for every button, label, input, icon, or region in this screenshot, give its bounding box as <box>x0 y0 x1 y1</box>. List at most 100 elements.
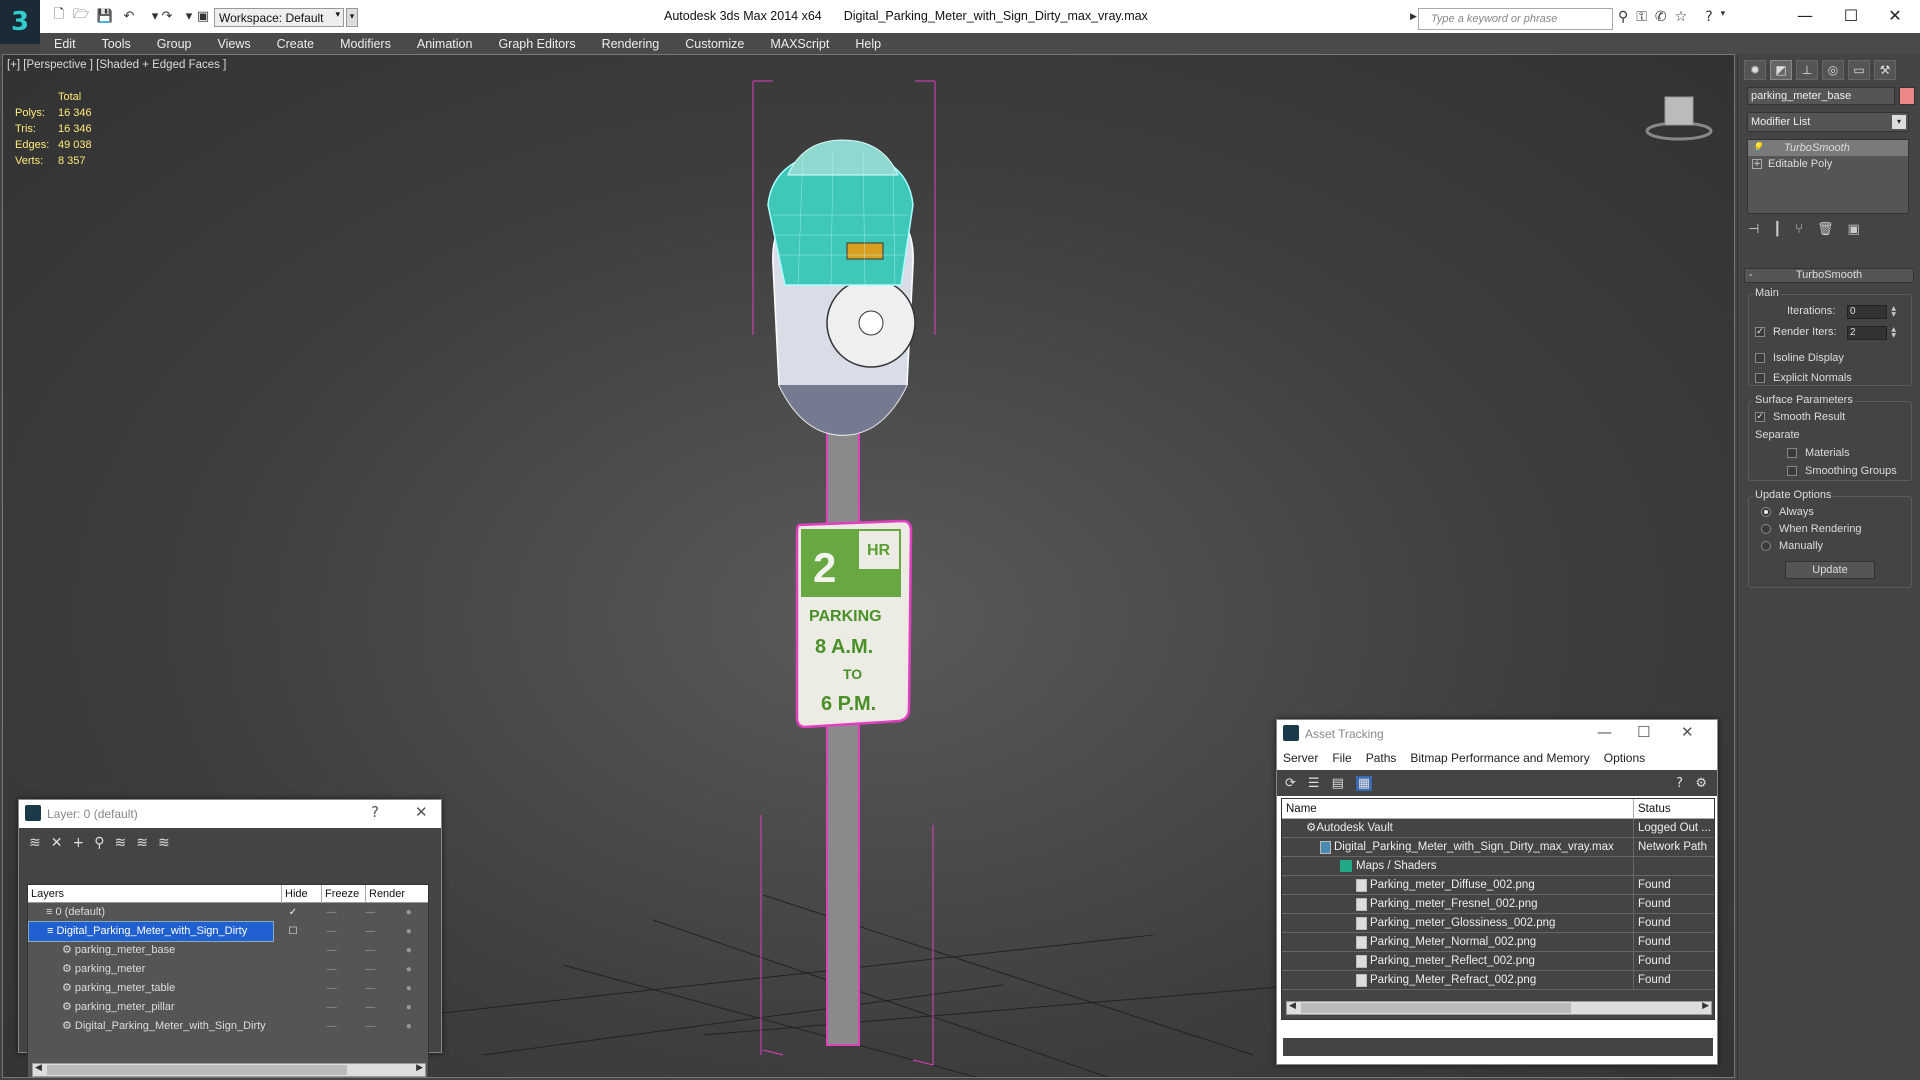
workspace-menu-button[interactable]: ▾ <box>346 8 358 27</box>
column-freeze[interactable]: Freeze <box>322 885 366 902</box>
freeze-toggle[interactable]: — <box>351 998 390 1017</box>
spinner-arrows-icon[interactable]: ▲ ▼ <box>1891 327 1896 339</box>
perspective-viewport[interactable]: [+] [Perspective ] [Shaded + Edged Faces… <box>2 54 1735 1078</box>
menu-views[interactable]: Views <box>217 37 250 51</box>
layer-row[interactable]: ⚙ parking_meter — — ● <box>28 960 428 979</box>
asset-row[interactable]: Parking_meter_Fresnel_002.png Found <box>1282 895 1714 914</box>
app-menu-button[interactable]: 3 <box>0 0 40 44</box>
render-iters-spinner[interactable]: 2 ▲ ▼ <box>1847 326 1896 340</box>
current-layer-check[interactable]: ✓ <box>274 903 313 922</box>
isoline-checkbox[interactable] <box>1755 353 1765 363</box>
layer-row[interactable]: ≡ 0 (default) ✓ — — ● <box>28 903 428 922</box>
save-icon[interactable]: 💾 <box>96 8 114 24</box>
hide-toggle[interactable]: — <box>312 960 351 979</box>
render-teapot-icon[interactable]: ● <box>389 941 428 960</box>
create-tab-icon[interactable]: ✹ <box>1744 60 1766 80</box>
layer-row[interactable]: ⚙ Digital_Parking_Meter_with_Sign_Dirty … <box>28 1017 428 1036</box>
pin-stack-icon[interactable]: ⊣ <box>1748 222 1759 237</box>
make-unique-icon[interactable]: ⑂ <box>1795 222 1803 237</box>
explicit-normals-checkbox[interactable] <box>1755 373 1765 383</box>
turbosmooth-rollout-header[interactable]: - TurboSmooth <box>1744 268 1914 283</box>
column-name[interactable]: Name <box>1282 799 1634 818</box>
object-color-swatch[interactable] <box>1899 87 1915 105</box>
scroll-left-icon[interactable]: ◀ <box>35 1063 42 1073</box>
subscription-icon[interactable]: ⚿ <box>1636 9 1647 25</box>
asset-row[interactable]: Parking_Meter_Refract_002.png Found <box>1282 971 1714 990</box>
undo-icon[interactable]: ↶ <box>120 8 138 24</box>
utilities-tab-icon[interactable]: ⚒ <box>1874 60 1896 80</box>
binoculars-icon[interactable]: ⚲ <box>1618 9 1628 25</box>
menu-animation[interactable]: Animation <box>417 37 473 51</box>
table-view-icon[interactable]: ▦ <box>1355 775 1373 791</box>
render-teapot-icon[interactable]: ● <box>389 979 428 998</box>
hide-toggle[interactable]: — <box>312 941 351 960</box>
help-button[interactable]: ? <box>371 803 379 821</box>
menu-graph-editors[interactable]: Graph Editors <box>498 37 575 51</box>
asset-row[interactable]: Parking_meter_Diffuse_002.png Found <box>1282 876 1714 895</box>
stack-item-editable-poly[interactable]: + Editable Poly <box>1748 156 1908 172</box>
always-radio[interactable] <box>1761 507 1771 517</box>
minimize-button[interactable]: — <box>1597 723 1612 741</box>
stack-item-turbosmooth[interactable]: 💡 TurboSmooth <box>1748 140 1908 156</box>
viewcube-box[interactable] <box>1664 96 1694 126</box>
column-hide[interactable]: Hide <box>282 885 322 902</box>
render-teapot-icon[interactable]: ● <box>389 998 428 1017</box>
select-objects-icon[interactable]: ⚲ <box>94 835 104 851</box>
add-layer-icon[interactable]: + <box>72 835 84 851</box>
column-status[interactable]: Status <box>1634 799 1714 818</box>
display-tab-icon[interactable]: ▭ <box>1848 60 1870 80</box>
list-view-icon[interactable]: ☰ <box>1308 776 1320 791</box>
hide-layers-icon[interactable]: ≋ <box>136 835 148 851</box>
detail-view-icon[interactable]: ▤ <box>1332 776 1344 791</box>
search-input[interactable]: Type a keyword or phrase <box>1418 8 1613 30</box>
render-teapot-icon[interactable]: ● <box>389 1017 428 1036</box>
layer-row[interactable]: ≡ Digital_Parking_Meter_with_Sign_Dirty … <box>28 921 428 942</box>
meter-dome[interactable] <box>787 139 899 176</box>
hide-toggle[interactable]: — <box>312 922 351 941</box>
meter-pole[interactable] <box>826 424 860 1046</box>
menu-modifiers[interactable]: Modifiers <box>340 37 391 51</box>
close-button[interactable]: ✕ <box>415 803 428 821</box>
layer-row[interactable]: ⚙ parking_meter_base — — ● <box>28 941 428 960</box>
update-button[interactable]: Update <box>1785 561 1875 579</box>
highlight-layer-icon[interactable]: ≋ <box>114 835 126 851</box>
asset-row[interactable]: Parking_meter_Reflect_002.png Found <box>1282 952 1714 971</box>
configure-modifier-sets-icon[interactable]: ▣ <box>1847 222 1859 237</box>
layers-icon[interactable]: ≋ <box>29 835 41 851</box>
menu-create[interactable]: Create <box>277 37 315 51</box>
freeze-toggle[interactable]: — <box>351 941 390 960</box>
vault-help-icon[interactable]: ⚙ <box>1695 776 1707 791</box>
maximize-button[interactable]: ☐ <box>1836 6 1866 25</box>
viewcube[interactable] <box>1643 91 1713 141</box>
open-file-icon[interactable]: 🗁 <box>72 7 90 24</box>
hide-toggle[interactable]: — <box>312 903 351 922</box>
horizontal-scrollbar[interactable]: ◀ ▶ <box>32 1063 426 1077</box>
scroll-right-icon[interactable]: ▶ <box>416 1063 423 1073</box>
redo-icon[interactable]: ↷ <box>158 8 176 24</box>
materials-checkbox[interactable] <box>1787 448 1797 458</box>
render-teapot-icon[interactable]: ● <box>389 922 428 941</box>
column-layers[interactable]: Layers <box>28 885 282 902</box>
menu-help[interactable]: Help <box>855 37 881 51</box>
freeze-toggle[interactable]: — <box>351 903 390 922</box>
asset-row[interactable]: ⚙ Autodesk Vault Logged Out ... <box>1282 819 1714 838</box>
asset-row[interactable]: Digital_Parking_Meter_with_Sign_Dirty_ma… <box>1282 838 1714 857</box>
hierarchy-tab-icon[interactable]: ⊥ <box>1796 60 1818 80</box>
menu-file[interactable]: File <box>1332 751 1351 767</box>
search-expand-icon[interactable]: ▶ <box>1410 12 1417 22</box>
workspace-select[interactable]: Workspace: Default ▾ <box>214 8 344 27</box>
scroll-right-icon[interactable]: ▶ <box>1702 1001 1709 1011</box>
menu-rendering[interactable]: Rendering <box>602 37 660 51</box>
freeze-layers-icon[interactable]: ≋ <box>158 835 170 851</box>
menu-customize[interactable]: Customize <box>685 37 744 51</box>
smooth-result-checkbox[interactable]: ✓ <box>1755 412 1765 422</box>
motion-tab-icon[interactable]: ◎ <box>1822 60 1844 80</box>
lightbulb-icon[interactable]: 💡 <box>1752 140 1764 156</box>
refresh-icon[interactable]: ⟳ <box>1285 776 1296 791</box>
iterations-spinner[interactable]: 0 ▲ ▼ <box>1847 305 1896 319</box>
hide-toggle[interactable]: — <box>312 1017 351 1036</box>
freeze-toggle[interactable]: — <box>351 979 390 998</box>
modify-tab-icon[interactable]: ◩ <box>1770 60 1792 80</box>
menu-tools[interactable]: Tools <box>102 37 131 51</box>
layer-row[interactable]: ⚙ parking_meter_pillar — — ● <box>28 998 428 1017</box>
